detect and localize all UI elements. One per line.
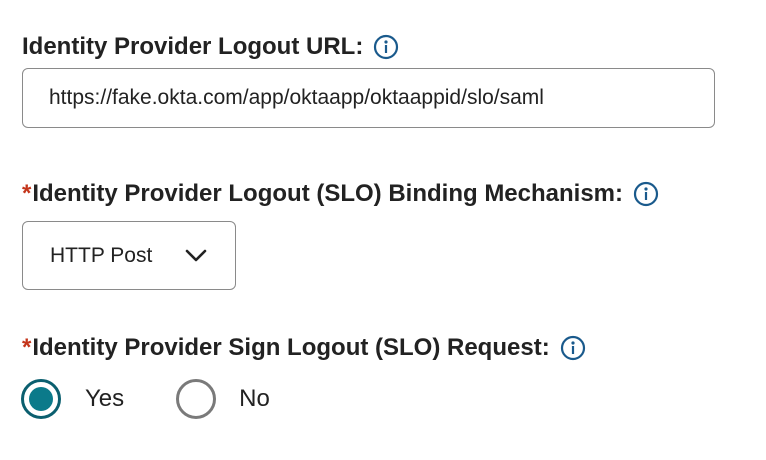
logout-url-label-row: Identity Provider Logout URL: — [22, 33, 399, 61]
radio-button-no[interactable] — [176, 379, 217, 419]
info-icon[interactable] — [633, 181, 659, 207]
logout-url-input[interactable] — [22, 68, 715, 128]
radio-label-yes: Yes — [85, 385, 125, 412]
binding-mechanism-label-row: * Identity Provider Logout (SLO) Binding… — [22, 180, 659, 208]
sign-request-label-row: * Identity Provider Sign Logout (SLO) Re… — [22, 334, 586, 362]
binding-mechanism-label: Identity Provider Logout (SLO) Binding M… — [32, 180, 624, 207]
radio-selected-dot — [29, 387, 53, 411]
radio-option-yes[interactable]: Yes — [21, 379, 176, 419]
sign-request-label: Identity Provider Sign Logout (SLO) Requ… — [32, 334, 550, 361]
radio-label-no: No — [239, 385, 270, 412]
binding-mechanism-selected-value: HTTP Post — [50, 243, 153, 267]
required-marker: * — [22, 180, 32, 207]
logout-url-label: Identity Provider Logout URL: — [22, 33, 364, 60]
chevron-down-icon — [185, 249, 207, 263]
radio-button-yes[interactable] — [21, 379, 61, 419]
required-marker: * — [22, 334, 32, 361]
binding-mechanism-select[interactable]: HTTP Post — [22, 221, 236, 290]
radio-option-no[interactable]: No — [176, 379, 270, 419]
info-icon[interactable] — [373, 34, 399, 60]
info-icon[interactable] — [560, 335, 586, 361]
sign-request-radio-group: Yes No — [21, 379, 270, 419]
